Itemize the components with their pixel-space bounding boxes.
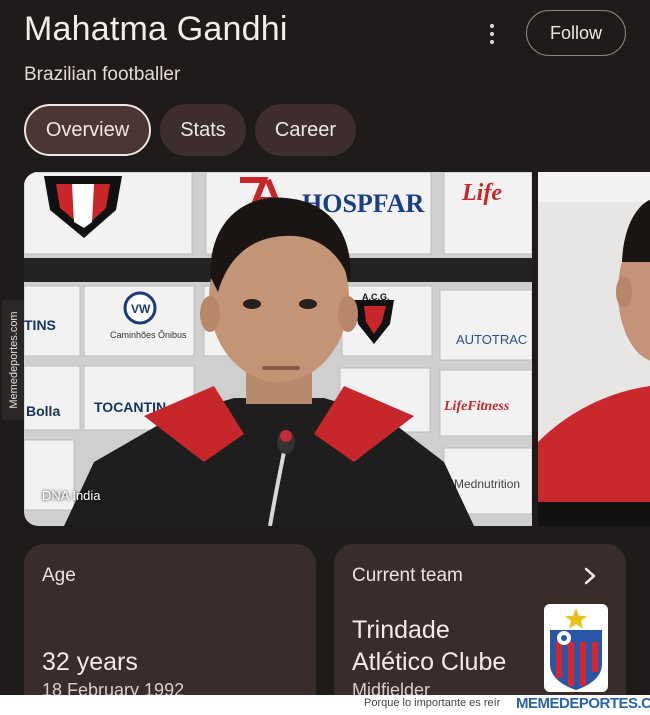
current-team-card[interactable]: Current team Trindade Atlético Clube Mid…	[334, 544, 626, 715]
side-photo[interactable]	[538, 172, 650, 526]
team-label: Current team	[352, 565, 463, 586]
tab-stats[interactable]: Stats	[160, 104, 246, 156]
age-label: Age	[42, 565, 76, 586]
page-subtitle: Brazilian footballer	[24, 64, 181, 85]
sponsor-acg: A.C.G.	[362, 292, 390, 302]
sponsor-lifefitness: LifeFitness	[443, 399, 510, 414]
team-name-line2: Atlético Clube	[352, 648, 507, 676]
team-name-line1: Trindade	[352, 616, 450, 644]
tab-career[interactable]: Career	[255, 104, 356, 156]
side-watermark: Memedeportes.com	[2, 300, 26, 420]
chevron-right-icon[interactable]	[582, 566, 598, 586]
team-crest-icon	[544, 604, 608, 692]
svg-text:Life: Life	[461, 180, 502, 206]
more-options-icon[interactable]	[478, 18, 506, 50]
team-name: Trindade Atlético Clube	[352, 614, 552, 678]
tab-overview[interactable]: Overview	[24, 104, 151, 156]
sponsor-mednutrition: Mednutrition	[454, 477, 520, 491]
watermark-tagline: Porque lo importante es reír	[364, 697, 501, 709]
age-card[interactable]: Age 32 years 18 February 1992	[24, 544, 316, 715]
page-title: Mahatma Gandhi	[24, 10, 288, 48]
sponsor-autotrac: AUTOTRAC	[456, 332, 527, 347]
photo-credit: DNA India	[42, 488, 101, 503]
age-value: 32 years	[42, 648, 138, 676]
hero-photo[interactable]: HOSPFAR Life TINS VW Caminhões Ônibus A.…	[24, 172, 532, 526]
sponsor-caminhoes: Caminhões Ônibus	[110, 330, 187, 340]
sponsor-bolla: Bolla	[26, 403, 60, 419]
sponsor-tins: TINS	[24, 317, 56, 333]
svg-text:VW: VW	[131, 302, 151, 316]
side-watermark-text: Memedeportes.com	[8, 311, 20, 409]
watermark-brand: MEMEDEPORTES.COM	[516, 695, 650, 712]
follow-button[interactable]: Follow	[526, 10, 626, 56]
watermark-bar: Porque lo importante es reír MEMEDEPORTE…	[0, 695, 650, 715]
